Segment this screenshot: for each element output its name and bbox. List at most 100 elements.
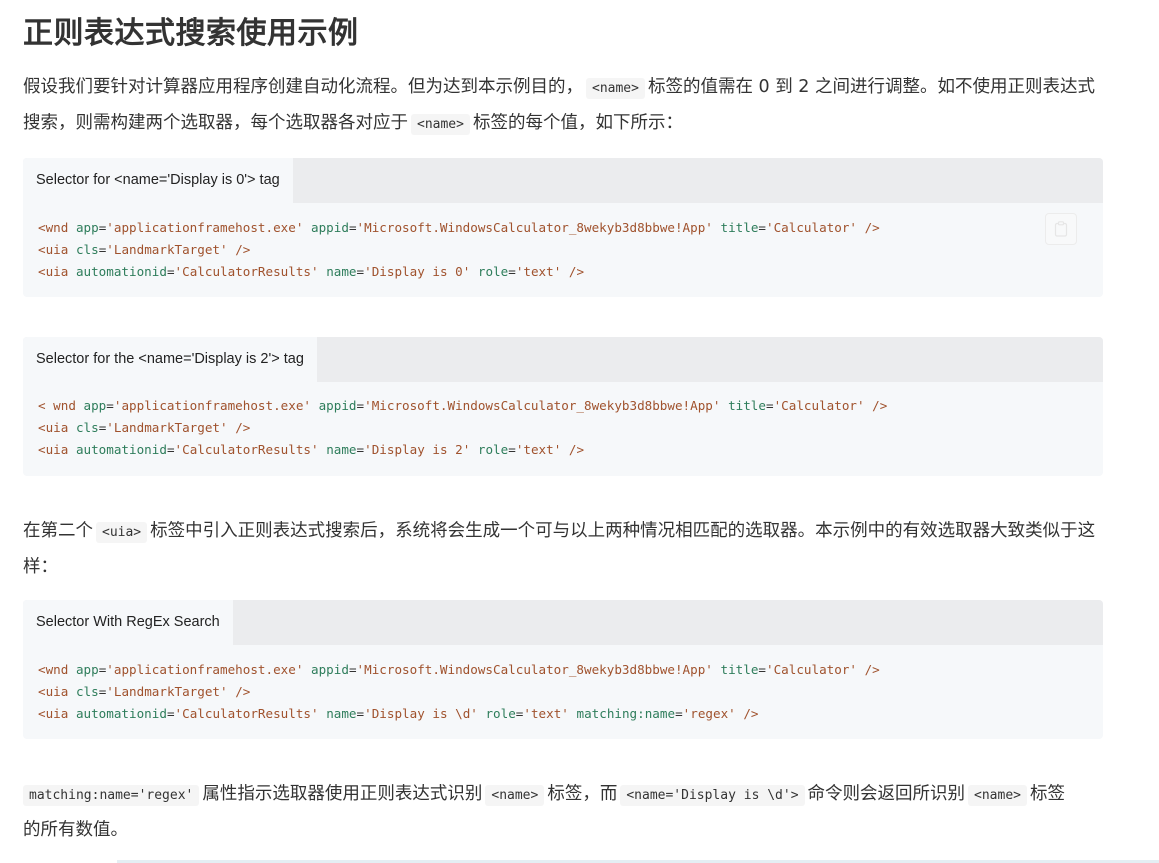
code-token-tag: <wnd [38, 662, 69, 677]
code-token-plain: = [508, 442, 516, 457]
code-token-val: 'CalculatorResults' [174, 706, 319, 721]
code-block-display-2: Selector for the <name='Display is 2'> t… [23, 337, 1103, 476]
code-line: <wnd app = 'applicationframehost.exe' appi… [38, 217, 880, 239]
code-line: <uia automationid='CalculatorResults' na… [38, 261, 880, 283]
code-token-plain: = [356, 264, 365, 279]
code-token-attr: cls [75, 420, 99, 435]
code-token-plain: = [356, 398, 365, 413]
code-token-val: 'Microsoft.WindowsCalculator_8wekyb3d8bb… [356, 220, 713, 235]
code-block-tab[interactable]: Selector for <name='Display is 0'> tag [23, 158, 293, 203]
code-token-plain: = [166, 706, 175, 721]
inline-code-uia: <uia> [96, 522, 148, 543]
code-block-regex: Selector With RegEx Search <wnd app = 'app… [23, 600, 1103, 739]
code-token-val: 'Display is 2' [364, 442, 471, 457]
code-token-plain: = [356, 442, 365, 457]
code-token-tag: <uia [38, 242, 69, 257]
code-token-val: 'applicationframehost.exe' [106, 220, 304, 235]
code-token-tag: /> [235, 420, 251, 435]
middle-text-1: 在第二个 [23, 521, 93, 541]
code-token-tag: < wnd [38, 398, 76, 413]
code-token-tag: /> [864, 662, 880, 677]
code-token-attr: app [75, 662, 99, 677]
code-token-attr: title [720, 662, 759, 677]
code-line: <uia cls='LandmarkTarget' /> [38, 239, 880, 261]
inline-code-name: <name> [586, 78, 645, 99]
code-token-tag: <uia [38, 442, 69, 457]
inline-code-name: <name> [411, 114, 470, 135]
code-token-plain: = [765, 398, 774, 413]
code-token-attr: name [326, 264, 357, 279]
code-token-val: 'regex' [682, 706, 736, 721]
code-token-plain: = [166, 442, 175, 457]
code-token-val: 'CalculatorResults' [174, 264, 319, 279]
code-token-tag: <uia [38, 264, 69, 279]
code-token-attr: role [477, 442, 509, 457]
copy-button[interactable] [1045, 213, 1077, 245]
code-token-val: 'applicationframehost.exe' [106, 662, 304, 677]
code-token-plain: = [106, 398, 114, 413]
code-token-val: 'applicationframehost.exe' [113, 398, 311, 413]
code-token-val: 'Display is \d' [364, 706, 478, 721]
code-token-plain: = [356, 706, 365, 721]
code-token-val: 'LandmarkTarget' [106, 684, 228, 699]
code-token-val: 'CalculatorResults' [174, 442, 319, 457]
code-token-attr: matching:name [576, 706, 676, 721]
inline-code-name: <name> [968, 785, 1027, 806]
code-token-plain: = [675, 706, 683, 721]
code-token-attr: app [75, 220, 99, 235]
code-token-tag: <wnd [38, 220, 69, 235]
code-token-tag: <uia [38, 684, 69, 699]
code-token-plain: = [348, 662, 357, 677]
code-token-tag: <uia [38, 420, 69, 435]
code-line: <wnd app = 'applicationframehost.exe' appi… [38, 659, 880, 681]
code-block-header: Selector With RegEx Search [23, 600, 1103, 645]
code-content[interactable]: <wnd app = 'applicationframehost.exe' appi… [38, 659, 880, 725]
code-token-attr: app [83, 398, 107, 413]
code-line: < wnd app='applicationframehost.exe' app… [38, 395, 887, 417]
code-token-tag: /> [568, 442, 585, 457]
code-token-val: 'Microsoft.WindowsCalculator_8wekyb3d8bb… [364, 398, 721, 413]
code-token-tag: /> [864, 220, 880, 235]
code-token-tag: /> [568, 264, 585, 279]
code-token-plain: = [758, 662, 766, 677]
closing-text-4: 标签 [1030, 784, 1065, 804]
code-token-attr: appid [311, 662, 349, 677]
code-block-tab[interactable]: Selector for the <name='Display is 2'> t… [23, 337, 317, 382]
copy-icon [1054, 221, 1068, 237]
code-token-val: 'LandmarkTarget' [106, 420, 228, 435]
code-token-val: 'LandmarkTarget' [106, 242, 228, 257]
code-token-plain: = [758, 220, 766, 235]
code-token-attr: title [728, 398, 766, 413]
closing-text-3: 命令则会返回所识别 [807, 784, 966, 804]
code-token-plain: = [508, 264, 516, 279]
code-token-plain: = [166, 264, 175, 279]
code-token-tag: /> [235, 242, 251, 257]
code-token-tag: /> [872, 398, 888, 413]
code-token-attr: cls [75, 684, 99, 699]
code-token-attr: automationid [75, 706, 167, 721]
code-token-val: 'text' [515, 442, 562, 457]
code-content[interactable]: < wnd app='applicationframehost.exe' app… [38, 395, 887, 461]
code-content[interactable]: <wnd app = 'applicationframehost.exe' appi… [38, 217, 880, 283]
code-block-header: Selector for the <name='Display is 2'> t… [23, 337, 1103, 382]
code-token-attr: title [720, 220, 759, 235]
code-block-tab[interactable]: Selector With RegEx Search [23, 600, 233, 645]
code-token-attr: cls [75, 242, 99, 257]
code-token-val: 'text' [523, 706, 569, 721]
intro-text-2: 标签的值需在 0 到 2 之间进行调整。如不使用正则表达式 [647, 77, 1095, 97]
intro-text-1: 假设我们要针对计算器应用程序创建自动化流程。但为达到本示例目的， [23, 77, 583, 97]
code-token-plain: = [348, 220, 357, 235]
closing-text-1: 属性指示选取器使用正则表达式识别 [202, 784, 483, 804]
